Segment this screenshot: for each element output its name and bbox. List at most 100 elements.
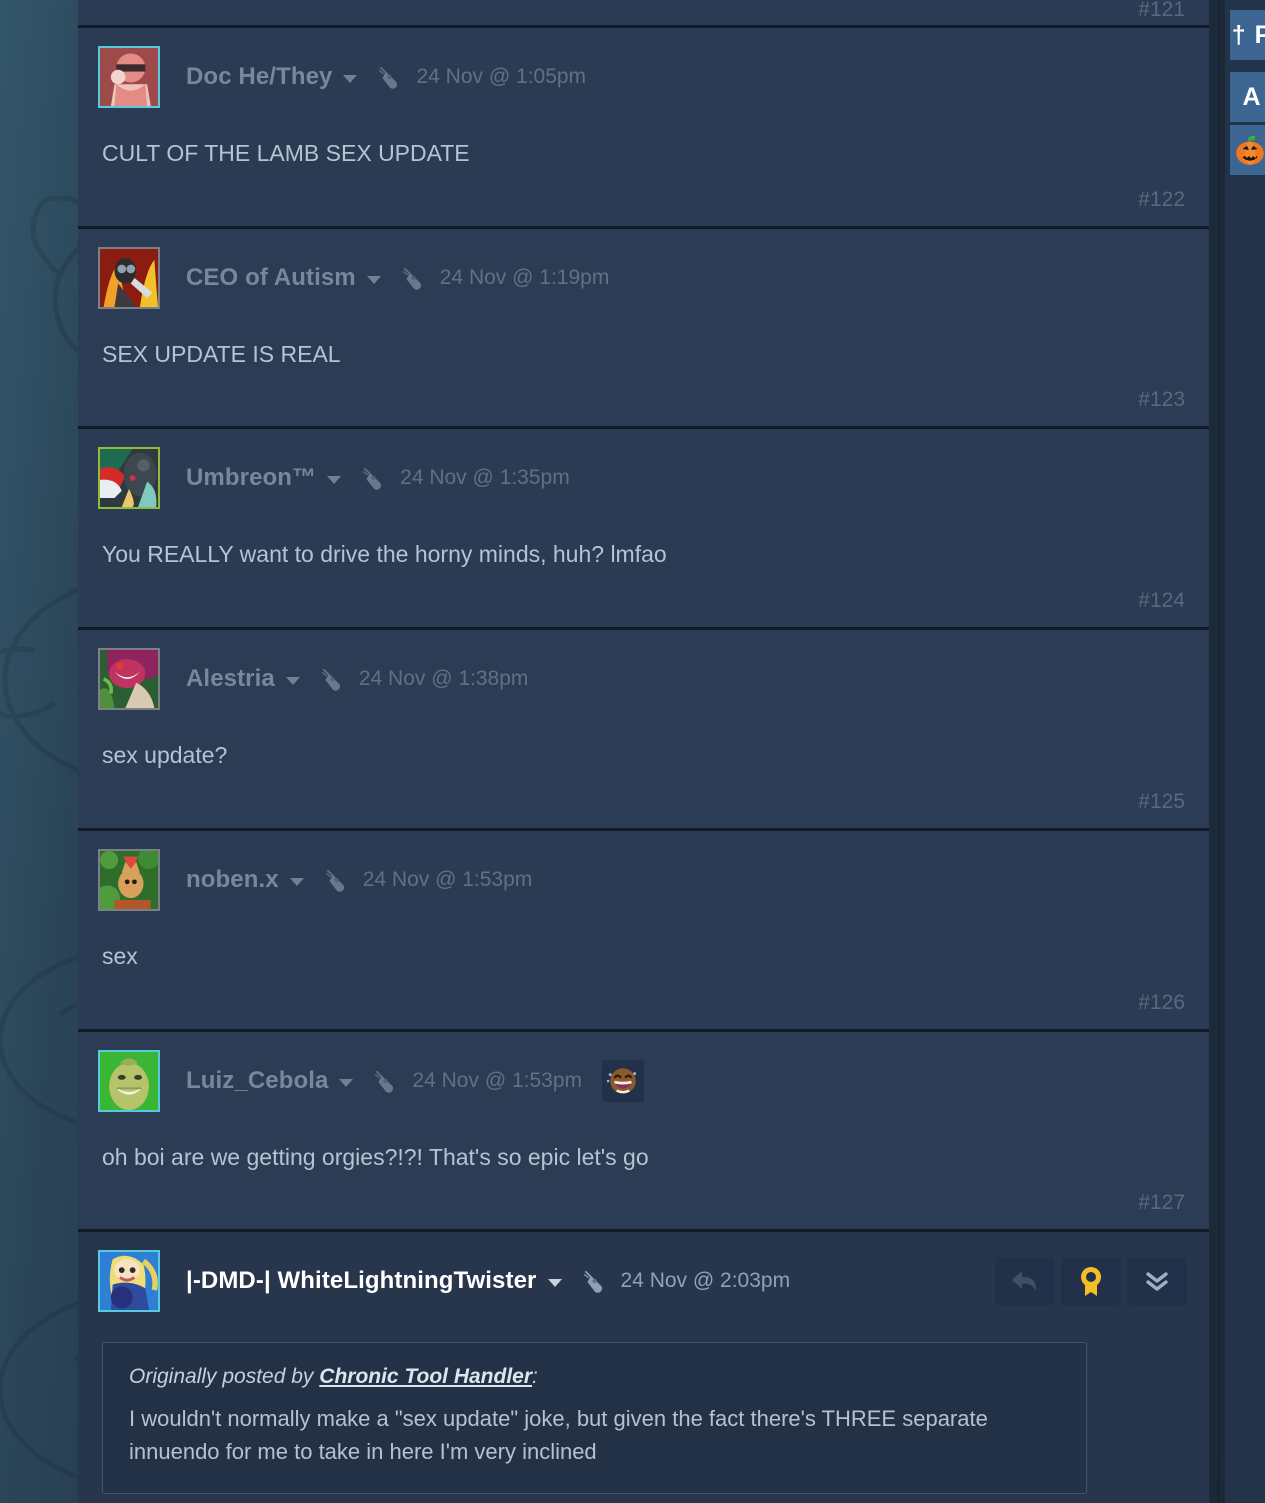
author-block: Alestria 24 Nov @ 1:38pm [186,665,528,693]
reply-arrow-icon [1012,1271,1037,1292]
username[interactable]: Doc He/They [186,63,332,91]
post-body: Originally posted by Chronic Tool Handle… [78,1312,1209,1494]
more-button[interactable] [1127,1257,1187,1306]
post-header: noben.x 24 Nov @ 1:53pm [78,848,1209,911]
avatar[interactable] [98,648,160,711]
post-item[interactable]: noben.x 24 Nov @ 1:53pm sex #126 [78,830,1209,1032]
post-header: Luiz_Cebola 24 Nov @ 1:53pm [78,1049,1209,1112]
post-number: #125 [1138,789,1185,813]
sidebar-tile-2[interactable]: A [1230,72,1265,122]
post-item-hovered[interactable]: |-DMD-| WhiteLightningTwister 24 Nov @ 2… [78,1232,1209,1503]
post-item[interactable]: Alestria 24 Nov @ 1:38pm sex update? #12… [78,630,1209,831]
award-button[interactable] [1061,1257,1121,1306]
post-body: SEX UPDATE IS REAL [102,340,341,367]
username[interactable]: |-DMD-| WhiteLightningTwister [186,1267,537,1295]
sidebar-background [1225,0,1265,1503]
quote-text: I wouldn't normally make a "sex update" … [129,1406,988,1464]
post-reply-text: This is like the sex joke update of TF2.… [78,1494,1209,1503]
pumpkin-icon [1236,135,1264,165]
chevron-down-icon[interactable] [343,75,358,83]
author-block: CEO of Autism 24 Nov @ 1:19pm [186,264,609,292]
awards-mouse-icon[interactable] [360,465,386,491]
post-header: Alestria 24 Nov @ 1:38pm [78,648,1209,711]
post-body: CULT OF THE LAMB SEX UPDATE [102,140,470,166]
right-sidebar: † P A [1218,0,1265,1503]
timestamp: 24 Nov @ 1:19pm [439,265,610,289]
avatar-whitelightningtwister [100,1252,158,1311]
author-block: noben.x 24 Nov @ 1:53pm [186,866,532,894]
post-item[interactable]: CEO of Autism 24 Nov @ 1:19pm SEX UPDATE… [78,228,1209,430]
post-item[interactable]: Doc He/They 24 Nov @ 1:05pm CULT OF THE … [78,28,1209,229]
post-header: Umbreon™ 24 Nov @ 1:35pm [78,447,1209,510]
timestamp: 24 Nov @ 1:38pm [358,667,529,691]
laughing-emote[interactable] [602,1059,645,1102]
post-number: #126 [1138,990,1185,1014]
chevron-down-icon[interactable] [285,677,300,686]
avatar-luiz-cebola [100,1051,158,1110]
avatar[interactable] [98,246,160,309]
author-block: Doc He/They 24 Nov @ 1:05pm [186,63,586,91]
post-header: |-DMD-| WhiteLightningTwister 24 Nov @ 2… [78,1250,1209,1313]
sidebar-tile-1[interactable]: † P [1230,10,1265,60]
thread-post-list: #121 Doc He/They 24 Nov @ 1:05pm CULT OF… [78,0,1209,1503]
avatar-umbreon [100,449,158,508]
award-ribbon-icon [1081,1267,1101,1297]
chevron-down-icon[interactable] [366,275,381,284]
awards-mouse-icon[interactable] [323,867,349,893]
avatar-alestria [100,650,158,709]
username[interactable]: Umbreon™ [186,464,316,492]
quote-header: Originally posted by Chronic Tool Handle… [129,1365,1060,1389]
awards-mouse-icon[interactable] [581,1268,607,1294]
awards-mouse-icon[interactable] [400,265,426,291]
author-block: Umbreon™ 24 Nov @ 1:35pm [186,464,570,492]
avatar[interactable] [98,46,160,108]
post-number: #122 [1138,187,1185,211]
sidebar-tile-1-label: † P [1231,20,1265,49]
chevron-down-icon[interactable] [327,476,342,485]
avatar-noben-x [100,850,158,909]
username[interactable]: noben.x [186,866,279,894]
post-item[interactable]: Umbreon™ 24 Nov @ 1:35pm You REALLY want… [78,429,1209,631]
quote-block: Originally posted by Chronic Tool Handle… [102,1342,1087,1494]
chevron-down-icon[interactable] [547,1279,562,1288]
post-body: sex update? [102,742,228,769]
post-body: sex [102,942,138,969]
post-number: #121 [1138,0,1185,21]
post-actions [995,1257,1187,1306]
avatar[interactable] [98,1049,160,1112]
timestamp: 24 Nov @ 1:05pm [416,65,587,88]
awards-mouse-icon[interactable] [319,666,345,692]
chevron-down-icon[interactable] [339,1078,354,1087]
laughing-emote-icon [606,1067,637,1094]
post-partial-top[interactable]: #121 [78,0,1209,28]
avatar[interactable] [98,447,160,510]
awards-mouse-icon[interactable] [372,1068,398,1094]
quote-prefix: Originally posted by [129,1365,314,1389]
author-block: |-DMD-| WhiteLightningTwister 24 Nov @ 2… [186,1267,790,1295]
author-block: Luiz_Cebola 24 Nov @ 1:53pm [186,1059,645,1102]
reply-button[interactable] [995,1257,1055,1306]
username[interactable]: CEO of Autism [186,264,356,292]
sidebar-tile-3[interactable] [1230,125,1265,175]
avatar-ceo-of-autism [100,248,158,307]
post-body: You REALLY want to drive the horny minds… [102,541,667,568]
post-number: #124 [1138,589,1185,613]
timestamp: 24 Nov @ 2:03pm [620,1269,791,1293]
avatar[interactable] [98,1250,160,1313]
avatar[interactable] [98,848,160,911]
forum-page: #121 Doc He/They 24 Nov @ 1:05pm CULT OF… [0,0,1265,1503]
sidebar-tile-2-label: A [1242,82,1262,111]
username[interactable]: Alestria [186,665,275,693]
quote-author-link[interactable]: Chronic Tool Handler [319,1365,532,1388]
username[interactable]: Luiz_Cebola [186,1067,328,1095]
post-header: CEO of Autism 24 Nov @ 1:19pm [78,246,1209,309]
awards-mouse-icon[interactable] [376,64,402,90]
timestamp: 24 Nov @ 1:35pm [400,466,570,490]
double-chevron-down-icon [1146,1272,1168,1292]
chevron-down-icon[interactable] [289,877,304,886]
timestamp: 24 Nov @ 1:53pm [362,867,533,891]
quote-suffix: : [532,1365,538,1389]
post-item[interactable]: Luiz_Cebola 24 Nov @ 1:53pm oh boi are w… [78,1031,1209,1233]
avatar-doc-he-they [100,48,158,106]
post-header: Doc He/They 24 Nov @ 1:05pm [78,46,1209,108]
